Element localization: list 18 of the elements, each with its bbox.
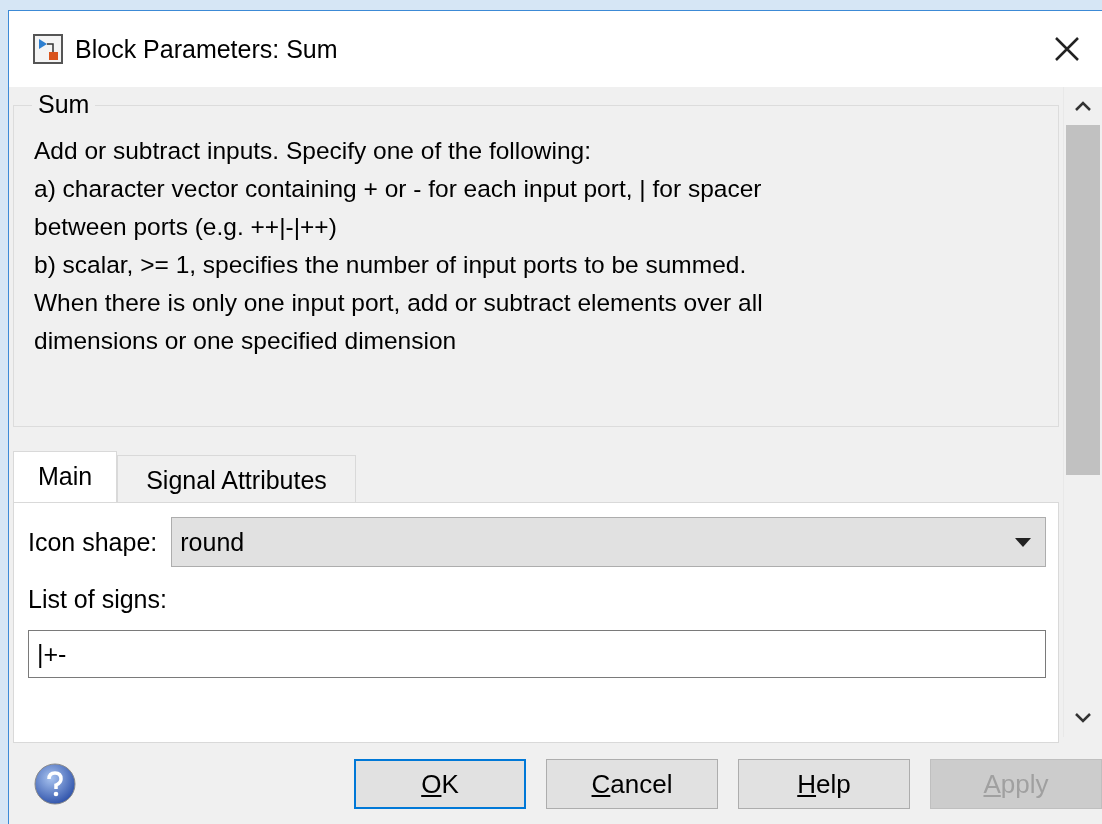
field-label: List of signs: [28, 585, 168, 614]
window-title: Block Parameters: Sum [75, 34, 339, 64]
field-label: Icon shape: [28, 527, 158, 557]
description-text: Add or subtract inputs. Specify one of the following: a) character vector containing + or - for each input port, | for spacer between ports (e.g. ++|-|++) b) scalar, >= 1, specifies the number of input ports to be summed. When there is only one input port, add or subtract elements over all dimensions or one specified dimension [34, 136, 764, 356]
dialog-button[interactable]: Help [738, 759, 910, 809]
caret-icon [1015, 537, 1031, 547]
block-diagram-icon [33, 34, 63, 64]
dialog-button[interactable]: OK [354, 759, 526, 809]
scroll-down-icon[interactable] [1075, 713, 1091, 723]
input-field[interactable]: |+- [28, 630, 1046, 678]
help-icon[interactable] [33, 762, 77, 806]
scroll-up-icon[interactable] [1075, 101, 1091, 111]
tab[interactable]: Signal Attributes [117, 455, 356, 502]
tab[interactable]: Main [13, 451, 118, 502]
scrollbar[interactable] [1063, 87, 1102, 737]
dialog-button[interactable]: Cancel [546, 759, 718, 809]
scrollbar-thumb[interactable] [1066, 125, 1100, 475]
dropdown[interactable]: round [171, 517, 1046, 567]
